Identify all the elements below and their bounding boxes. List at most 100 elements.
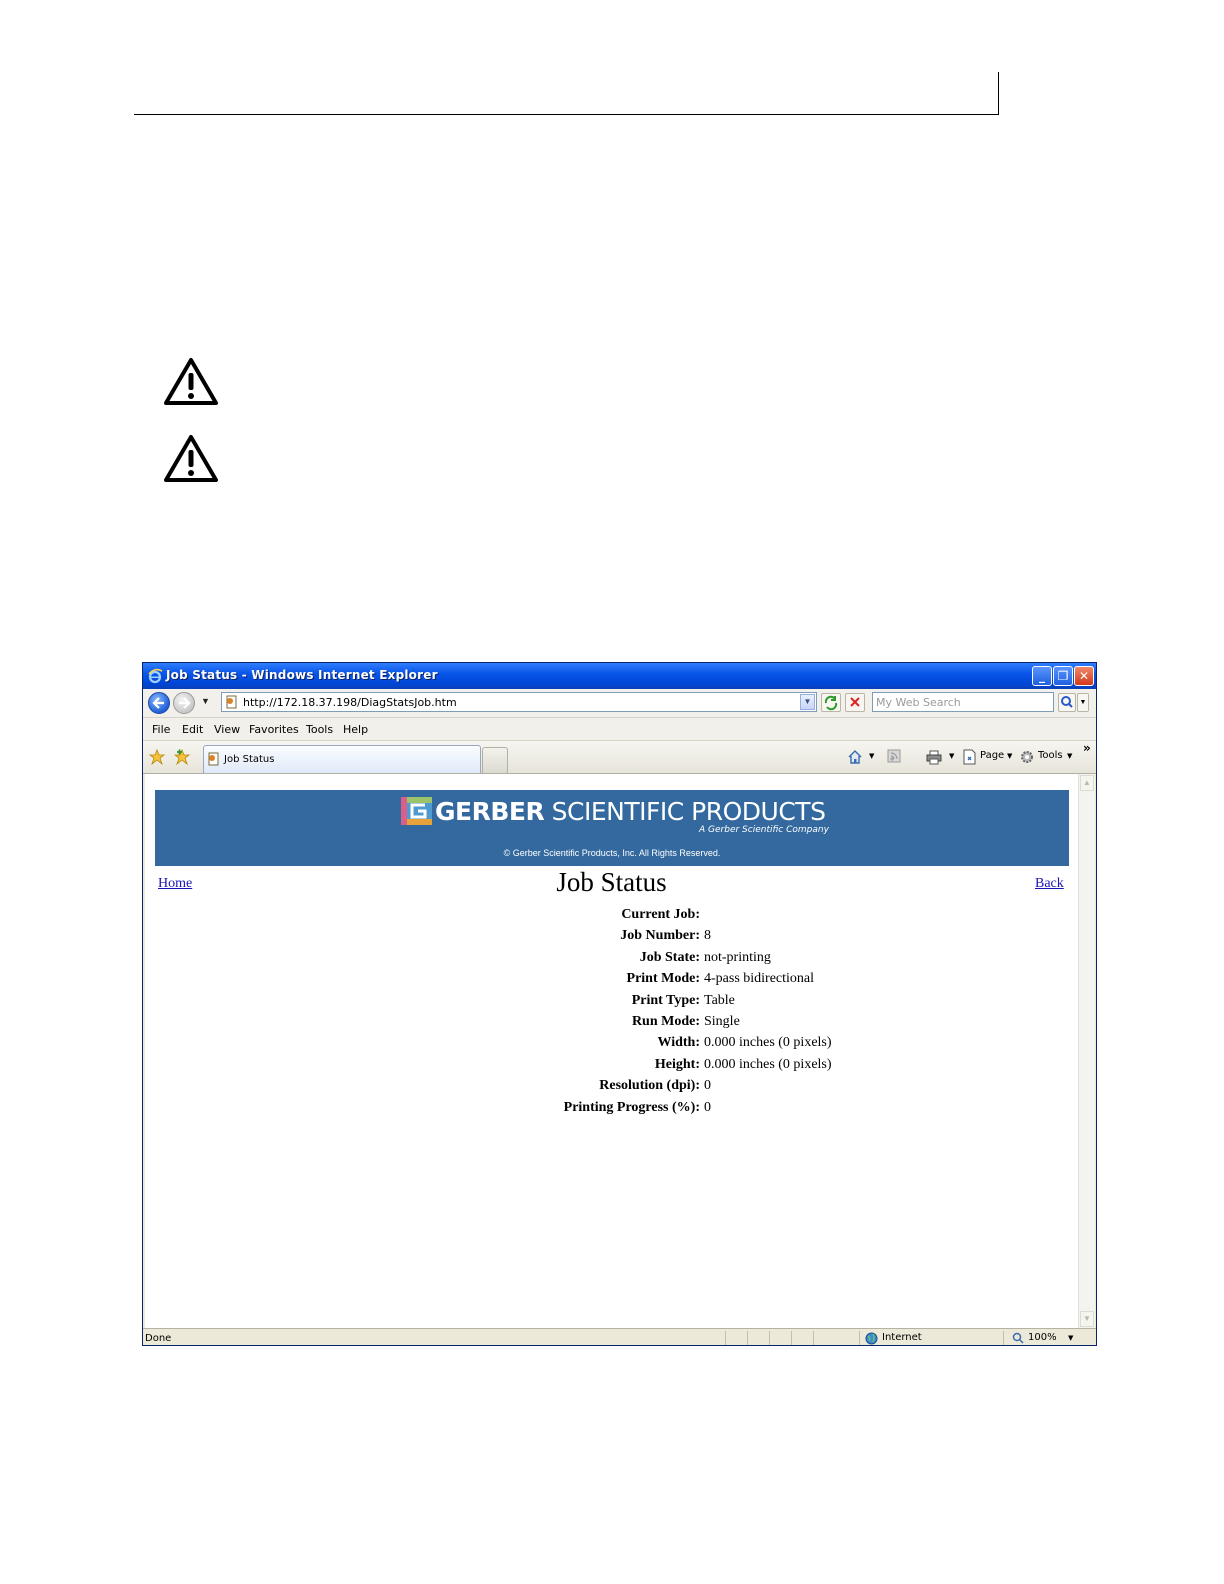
refresh-button[interactable] [821, 693, 841, 712]
tools-dropdown-icon[interactable]: ▼ [1067, 752, 1072, 760]
tab-job-status[interactable]: Job Status [203, 745, 481, 773]
status-separator [813, 1331, 814, 1345]
zoom-dropdown-icon[interactable]: ▼ [1068, 1334, 1073, 1342]
stat-printing-progress: Printing Progress (%): 0 [145, 1100, 1078, 1120]
stat-value: 0 [704, 1100, 711, 1115]
gerber-logo-icon [401, 797, 432, 825]
stat-value: Table [704, 993, 735, 1008]
menu-help[interactable]: Help [343, 723, 368, 736]
globe-icon [865, 1332, 878, 1345]
page-favicon-icon [226, 695, 237, 709]
page-header-tick [998, 72, 999, 115]
search-input[interactable]: My Web Search [872, 692, 1054, 712]
minimize-button[interactable]: _ [1032, 666, 1052, 686]
stat-value: 0.000 inches (0 pixels) [704, 1035, 832, 1050]
stat-resolution: Resolution (dpi): 0 [145, 1078, 1078, 1098]
page-dropdown-icon[interactable]: ▼ [1007, 752, 1012, 760]
menu-bar: File Edit View Favorites Tools Help [143, 718, 1096, 741]
brand-name-rest: SCIENTIFIC PRODUCTS [544, 797, 826, 826]
address-bar[interactable]: http://172.18.37.198/DiagStatsJob.htm ▼ [221, 692, 817, 712]
page-icon [963, 749, 976, 765]
scroll-down-icon[interactable]: ▼ [1080, 1311, 1094, 1327]
stop-icon [850, 697, 860, 707]
search-button[interactable] [1058, 693, 1076, 712]
brand-name-bold: GERBER [435, 797, 545, 826]
stat-print-type: Print Type: Table [145, 993, 1078, 1013]
back-button[interactable] [148, 692, 170, 714]
print-dropdown-icon[interactable]: ▼ [949, 752, 954, 760]
forward-button[interactable] [173, 692, 195, 714]
add-favorite-icon[interactable] [174, 749, 190, 765]
stat-label: Job Number: [620, 928, 700, 943]
stop-button[interactable] [845, 693, 865, 712]
restore-button[interactable]: ❐ [1053, 666, 1073, 686]
home-icon[interactable] [847, 749, 863, 765]
stat-label: Print Mode: [626, 971, 700, 986]
warning-icon [162, 356, 220, 408]
stat-value: 8 [704, 928, 711, 943]
home-dropdown-icon[interactable]: ▼ [869, 752, 874, 760]
stat-value: 0.000 inches (0 pixels) [704, 1057, 832, 1072]
stat-value: 4-pass bidirectional [704, 971, 815, 986]
stat-label: Job State: [639, 950, 700, 965]
close-button[interactable]: ✕ [1074, 666, 1094, 686]
back-link[interactable]: Back [1035, 876, 1064, 892]
tab-label: Job Status [224, 754, 275, 765]
stat-value: 0 [704, 1078, 711, 1093]
search-icon [1061, 696, 1073, 708]
status-text: Done [145, 1333, 172, 1344]
title-bar[interactable]: Job Status - Windows Internet Explorer _… [143, 663, 1096, 689]
feeds-icon[interactable] [887, 749, 902, 764]
stat-run-mode: Run Mode: Single [145, 1014, 1078, 1034]
status-separator [791, 1331, 792, 1345]
stat-value: not-printing [704, 950, 771, 965]
stat-width: Width: 0.000 inches (0 pixels) [145, 1035, 1078, 1055]
chevron-down-icon[interactable]: ▼ [800, 694, 815, 710]
browser-window: Job Status - Windows Internet Explorer _… [142, 662, 1097, 1346]
status-separator [769, 1331, 770, 1345]
stat-height: Height: 0.000 inches (0 pixels) [145, 1057, 1078, 1077]
stat-label: Current Job: [621, 907, 700, 922]
stat-current-job: Current Job: [145, 907, 1078, 927]
search-placeholder: My Web Search [876, 696, 961, 709]
menu-edit[interactable]: Edit [182, 723, 203, 736]
stat-label: Print Type: [631, 993, 700, 1008]
ie-logo-icon [148, 668, 163, 684]
page-header-rule [134, 114, 999, 115]
page-title: Job Status [556, 867, 667, 897]
new-tab-button[interactable] [482, 747, 508, 773]
search-options-dropdown-icon[interactable]: ▼ [1077, 693, 1089, 712]
vertical-scrollbar[interactable]: ▲ ▼ [1078, 774, 1095, 1328]
gear-icon [1021, 751, 1033, 763]
recent-pages-dropdown-icon[interactable]: ▼ [201, 696, 210, 706]
menu-favorites[interactable]: Favorites [249, 723, 299, 736]
stat-label: Run Mode: [631, 1014, 700, 1029]
tools-menu-button[interactable]: Tools [1038, 750, 1063, 761]
brand-name: GERBER SCIENTIFIC PRODUCTS [435, 797, 826, 827]
arrow-left-icon [152, 697, 164, 709]
favorites-star-icon[interactable] [149, 749, 165, 765]
command-overflow-icon[interactable]: » [1083, 741, 1091, 755]
window-title: Job Status - Windows Internet Explorer [166, 668, 438, 682]
menu-view[interactable]: View [214, 723, 240, 736]
stat-print-mode: Print Mode: 4-pass bidirectional [145, 971, 1078, 991]
page-menu-button[interactable]: Page [980, 750, 1004, 761]
stat-label: Resolution (dpi): [599, 1078, 700, 1093]
stat-label: Printing Progress (%): [563, 1100, 700, 1115]
status-separator [859, 1331, 860, 1345]
status-separator [747, 1331, 748, 1345]
status-bar: Done Internet 100% ▼ [143, 1328, 1096, 1345]
page-favicon-icon [208, 752, 219, 766]
copyright-notice: © Gerber Scientific Products, Inc. All R… [503, 848, 721, 858]
scroll-up-icon[interactable]: ▲ [1080, 775, 1094, 791]
address-url: http://172.18.37.198/DiagStatsJob.htm [243, 696, 457, 709]
tab-bar: Job Status ▼ ▼ Page ▼ Tools ▼ » [143, 741, 1096, 774]
page-content: GERBER SCIENTIFIC PRODUCTS A Gerber Scie… [145, 774, 1078, 1328]
menu-tools[interactable]: Tools [306, 723, 333, 736]
menu-file[interactable]: File [152, 723, 170, 736]
zoom-level[interactable]: 100% [1028, 1332, 1057, 1343]
status-separator [1003, 1331, 1004, 1345]
refresh-icon [824, 695, 838, 711]
print-icon[interactable] [926, 749, 942, 765]
stat-label: Height: [654, 1057, 700, 1072]
